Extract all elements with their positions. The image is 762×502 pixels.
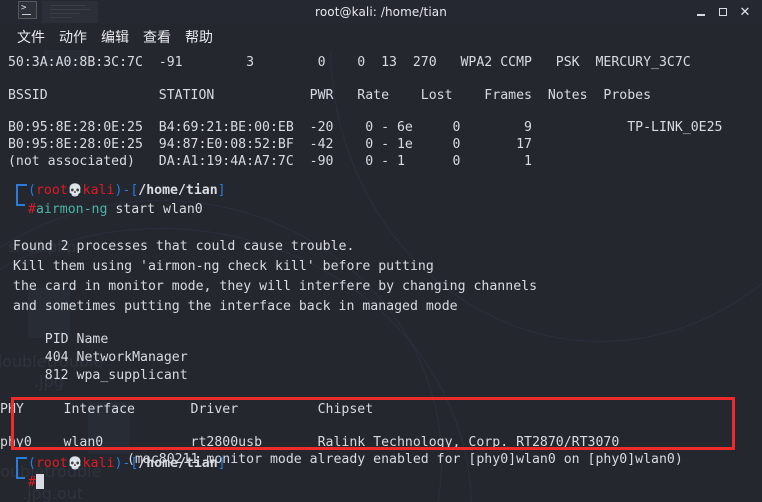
- prompt-paren-close-2: )-[: [114, 456, 139, 471]
- document-tab-icon[interactable]: [42, 1, 98, 23]
- prompt-dash-1b: [17, 204, 25, 206]
- prompt-host-2: kali: [82, 456, 115, 471]
- prompt-paren-open-2: (: [28, 456, 36, 471]
- prompt-paren-close-1: )-[: [114, 183, 139, 198]
- prompt-paren-open-1: (: [28, 183, 36, 198]
- prompt-user-2: root: [35, 456, 68, 471]
- titlebar-icons: [18, 1, 98, 23]
- prompt-host-1: kali: [82, 183, 115, 198]
- process-row: 812 wpa_supplicant: [13, 368, 188, 383]
- maximize-button[interactable]: [712, 0, 734, 24]
- terminal-screen[interactable]: passwd.txt doubletrouble .jpg shell.php …: [0, 50, 762, 502]
- prompt-bracket-close-1: ]: [217, 183, 226, 198]
- prompt-bracket-close-2: ]: [217, 456, 226, 471]
- station-table-header: BSSID STATION PWR Rate Lost Frames Notes…: [0, 88, 652, 103]
- prompt-user-1: root: [35, 183, 68, 198]
- command-name-1: airmon-ng: [35, 202, 108, 217]
- window-controls: ✕: [690, 0, 756, 24]
- menu-item-help[interactable]: 帮助: [178, 26, 220, 48]
- menu-bar: 文件 动作 编辑 查看 帮助: [0, 24, 762, 50]
- prompt-sigil-1: #: [28, 202, 36, 217]
- prompt-line-2: (root💀kali)-[/home/tian]: [28, 453, 226, 474]
- terminal-text: 50:3A:A0:8B:3C:7C -91 3 0 0 13 270 WPA2 …: [0, 50, 762, 502]
- prompt-dash-2: [17, 457, 27, 459]
- skull-icon-2: 💀: [67, 456, 83, 470]
- window-title: root@kali: /home/tian: [315, 5, 447, 19]
- prompt-dash-2b: [17, 477, 25, 479]
- skull-icon-1: 💀: [67, 183, 83, 197]
- minimize-button[interactable]: [690, 0, 712, 24]
- command-args-1: start wlan0: [107, 202, 203, 217]
- warning-line: Found 2 processes that could cause troub…: [13, 239, 355, 254]
- command-line-1[interactable]: #airmon-ng start wlan0: [28, 200, 203, 220]
- warning-line: the card in monitor mode, they will inte…: [13, 279, 538, 294]
- warning-line: and sometimes putting the interface back…: [13, 299, 458, 314]
- airodump-row: 50:3A:A0:8B:3C:7C -91 3 0 0 13 270 WPA2 …: [0, 55, 691, 70]
- prompt-path-1: /home/tian: [138, 183, 218, 198]
- warning-line: Kill them using 'airmon-ng check kill' b…: [13, 259, 434, 274]
- terminal-window: root@kali: /home/tian ✕ 文件 动作 编辑 查看 帮助 p…: [0, 0, 762, 502]
- terminal-icon: [18, 1, 37, 19]
- prompt-path-2: /home/tian: [138, 456, 218, 471]
- command-line-2[interactable]: #: [28, 473, 44, 493]
- menu-item-file[interactable]: 文件: [10, 26, 52, 48]
- prompt-dash-1: [17, 184, 27, 186]
- prompt-line-1: (root💀kali)-[/home/tian]: [28, 180, 226, 201]
- menu-item-actions[interactable]: 动作: [52, 26, 94, 48]
- title-bar[interactable]: root@kali: /home/tian ✕: [0, 0, 762, 24]
- menu-item-view[interactable]: 查看: [136, 26, 178, 48]
- menu-item-edit[interactable]: 编辑: [94, 26, 136, 48]
- prompt-sigil-2: #: [28, 475, 36, 490]
- close-icon[interactable]: ✕: [734, 0, 756, 24]
- text-cursor: [35, 474, 44, 489]
- process-row: 404 NetworkManager: [13, 350, 188, 365]
- table-row: (not associated) DA:A1:19:4A:A7:7C -90 0…: [0, 154, 532, 169]
- process-table-header: PID Name: [13, 332, 109, 347]
- phy-table-header: PHY Interface Driver Chipset: [0, 402, 374, 417]
